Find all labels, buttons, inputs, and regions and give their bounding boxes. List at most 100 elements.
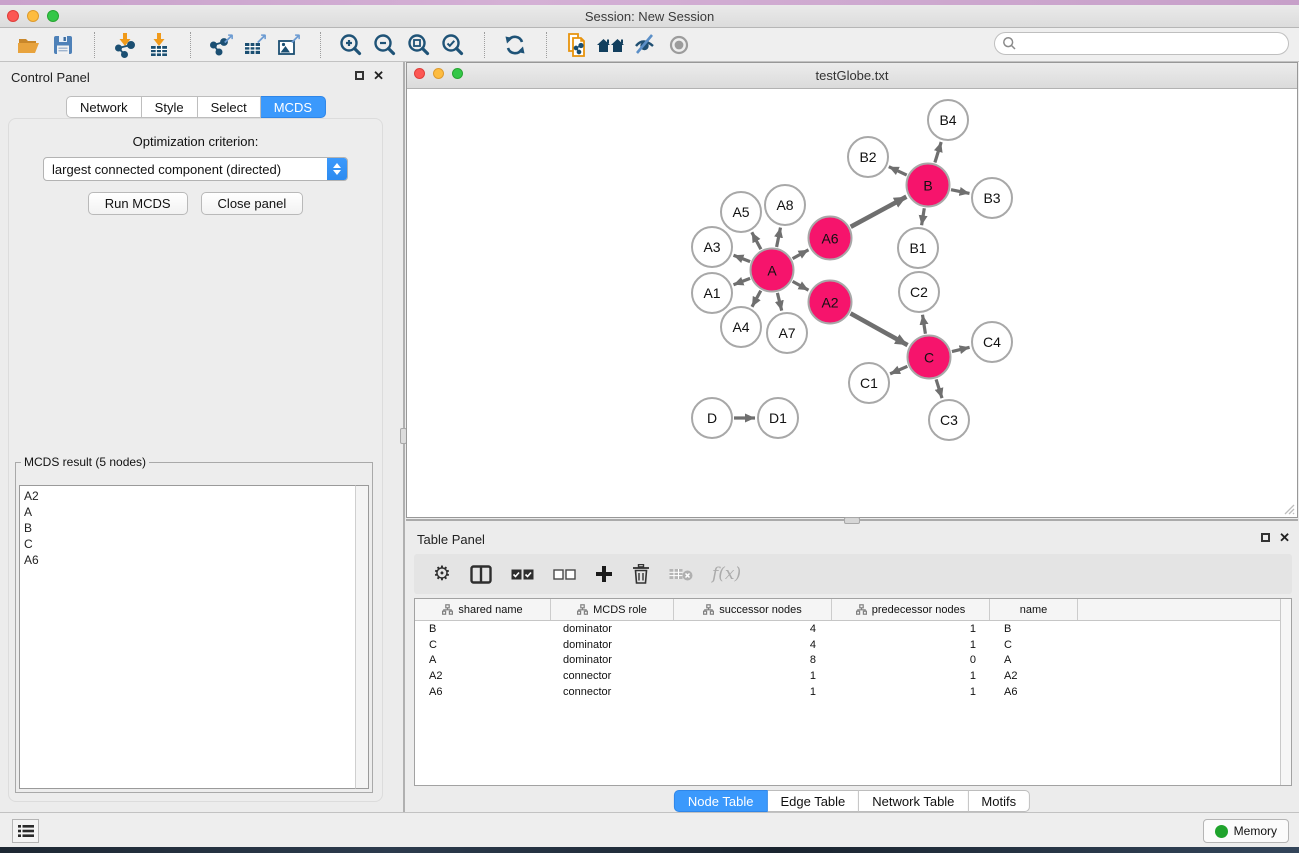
- delete-table-icon[interactable]: [669, 567, 693, 581]
- result-scrollbar[interactable]: [355, 485, 369, 789]
- export-image-button[interactable]: ↗: [272, 30, 306, 60]
- column-header-predecessor-nodes[interactable]: predecessor nodes: [832, 599, 990, 620]
- graph-edge[interactable]: [734, 278, 751, 284]
- tab-mcds[interactable]: MCDS: [261, 96, 326, 118]
- graph-node-A6[interactable]: A6: [808, 216, 853, 261]
- graph-edge[interactable]: [752, 232, 761, 249]
- resize-grip-icon[interactable]: [1283, 503, 1295, 515]
- graph-edge[interactable]: [923, 315, 926, 334]
- graph-node-A[interactable]: A: [750, 248, 795, 293]
- result-item[interactable]: A2: [24, 488, 368, 504]
- network-canvas[interactable]: B4 B2 B B3 A5A8A6 A3 B1 A A1 C2 A2 A4A7 C4 C C1 D D1 C3: [407, 89, 1297, 517]
- tab-style[interactable]: Style: [142, 96, 198, 118]
- table-row[interactable]: A2connector11A2: [415, 668, 1291, 684]
- export-network-button[interactable]: ↗: [204, 30, 238, 60]
- graph-edge[interactable]: [777, 293, 781, 311]
- horizontal-split-grip[interactable]: [844, 517, 860, 524]
- float-panel-icon[interactable]: [355, 71, 364, 80]
- select-all-columns-icon[interactable]: [511, 569, 534, 580]
- graph-node-B2[interactable]: B2: [847, 136, 889, 178]
- graph-node-C1[interactable]: C1: [848, 362, 890, 404]
- graph-node-D[interactable]: D: [691, 397, 733, 439]
- table-row[interactable]: Cdominator41C: [415, 637, 1291, 653]
- table-row[interactable]: A6connector11A6: [415, 684, 1291, 700]
- tab-edge-table[interactable]: Edge Table: [767, 790, 859, 812]
- delete-column-icon[interactable]: [632, 564, 650, 584]
- zoom-out-button[interactable]: [368, 30, 402, 60]
- table-row[interactable]: Bdominator41B: [415, 621, 1291, 637]
- criterion-dropdown[interactable]: largest connected component (directed): [43, 157, 348, 181]
- graph-edge[interactable]: [889, 167, 907, 175]
- result-item[interactable]: B: [24, 520, 368, 536]
- column-header-mcds-role[interactable]: MCDS role: [551, 599, 674, 620]
- table-row[interactable]: Adominator80A: [415, 653, 1291, 669]
- export-table-button[interactable]: ↗: [238, 30, 272, 60]
- graph-node-B[interactable]: B: [906, 163, 951, 208]
- tab-network[interactable]: Network: [66, 96, 142, 118]
- result-item[interactable]: A: [24, 504, 368, 520]
- close-panel-button[interactable]: Close panel: [201, 192, 304, 215]
- save-session-button[interactable]: [46, 30, 80, 60]
- result-item[interactable]: C: [24, 536, 368, 552]
- graph-node-A1[interactable]: A1: [691, 272, 733, 314]
- column-header-shared-name[interactable]: shared name: [415, 599, 551, 620]
- graph-edge[interactable]: [793, 250, 809, 259]
- zoom-in-button[interactable]: [334, 30, 368, 60]
- graph-edge[interactable]: [752, 291, 761, 307]
- tab-node-table[interactable]: Node Table: [674, 790, 768, 812]
- search-input[interactable]: [1017, 36, 1288, 52]
- graph-edge[interactable]: [851, 197, 907, 227]
- run-mcds-button[interactable]: Run MCDS: [88, 192, 188, 215]
- open-session-button[interactable]: [12, 30, 46, 60]
- graph-edge[interactable]: [951, 190, 970, 194]
- open-browser-home-button[interactable]: [594, 30, 628, 60]
- graph-node-C4[interactable]: C4: [971, 321, 1013, 363]
- graph-edge[interactable]: [734, 255, 751, 261]
- float-table-panel-icon[interactable]: [1261, 533, 1270, 542]
- graph-node-A8[interactable]: A8: [764, 184, 806, 226]
- refresh-button[interactable]: [498, 30, 532, 60]
- add-column-icon[interactable]: [595, 565, 613, 583]
- memory-button[interactable]: Memory: [1203, 819, 1289, 843]
- graph-node-C2[interactable]: C2: [898, 271, 940, 313]
- result-item[interactable]: A6: [24, 552, 368, 568]
- graph-node-C[interactable]: C: [907, 335, 952, 380]
- table-options-gear-icon[interactable]: ⚙: [433, 564, 451, 584]
- graph-edge[interactable]: [935, 142, 941, 163]
- function-builder-icon[interactable]: f(x): [712, 564, 741, 584]
- close-table-panel-icon[interactable]: ✕: [1279, 531, 1290, 544]
- graph-node-A5[interactable]: A5: [720, 191, 762, 233]
- graph-node-A4[interactable]: A4: [720, 306, 762, 348]
- unselect-all-columns-icon[interactable]: [553, 569, 576, 580]
- graph-node-A2[interactable]: A2: [808, 280, 853, 325]
- close-panel-icon[interactable]: ✕: [373, 69, 384, 82]
- tab-motifs[interactable]: Motifs: [968, 790, 1030, 812]
- show-graphics-details-button[interactable]: [662, 30, 696, 60]
- show-column-icon[interactable]: [470, 565, 492, 584]
- graph-node-A7[interactable]: A7: [766, 312, 808, 354]
- search-field[interactable]: [994, 32, 1289, 55]
- graph-node-A3[interactable]: A3: [691, 226, 733, 268]
- tab-select[interactable]: Select: [198, 96, 261, 118]
- graph-edge[interactable]: [936, 379, 942, 398]
- graph-node-B4[interactable]: B4: [927, 99, 969, 141]
- graph-edge[interactable]: [922, 208, 925, 225]
- zoom-fit-button[interactable]: [402, 30, 436, 60]
- clone-network-button[interactable]: [560, 30, 594, 60]
- import-network-button[interactable]: [108, 30, 142, 60]
- graph-node-C3[interactable]: C3: [928, 399, 970, 441]
- graph-node-D1[interactable]: D1: [757, 397, 799, 439]
- column-header-successor-nodes[interactable]: successor nodes: [674, 599, 832, 620]
- column-header-name[interactable]: name: [990, 599, 1078, 620]
- task-history-button[interactable]: [12, 819, 39, 843]
- graph-edge[interactable]: [793, 281, 809, 290]
- zoom-selected-button[interactable]: [436, 30, 470, 60]
- graph-edge[interactable]: [851, 313, 908, 345]
- tab-network-table[interactable]: Network Table: [859, 790, 968, 812]
- import-table-button[interactable]: [142, 30, 176, 60]
- graph-node-B1[interactable]: B1: [897, 227, 939, 269]
- graph-edge[interactable]: [890, 366, 907, 374]
- table-scrollbar[interactable]: [1280, 599, 1291, 785]
- graph-node-B3[interactable]: B3: [971, 177, 1013, 219]
- graph-edge[interactable]: [777, 228, 781, 247]
